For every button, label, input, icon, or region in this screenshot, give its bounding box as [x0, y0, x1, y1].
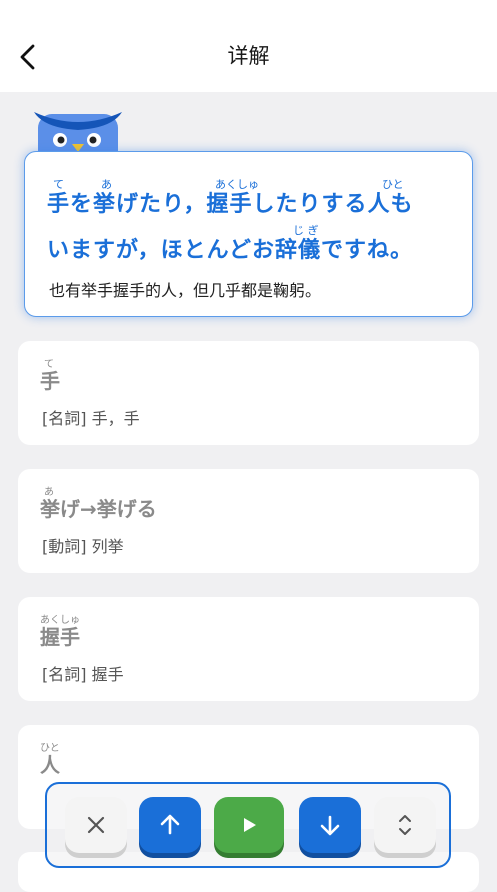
- playback-controls: [45, 782, 451, 868]
- close-button[interactable]: [65, 797, 127, 853]
- play-icon: [244, 818, 256, 832]
- page-title: 详解: [227, 44, 270, 68]
- previous-button[interactable]: [139, 797, 201, 853]
- word-text: 人: [40, 753, 60, 777]
- arrow-up-icon: [160, 814, 180, 835]
- word-card[interactable]: て 手 [名詞] 手，手: [18, 341, 479, 445]
- word-card[interactable]: あ 挙げ→挙げる [動詞] 列挙: [18, 469, 479, 573]
- word-text: 挙げ→挙げる: [40, 497, 157, 521]
- sentence-jp-line1: 手を挙げたり，握手したりする人も: [47, 192, 414, 217]
- expand-icon: [399, 815, 411, 835]
- word-definition: [名詞] 手，手: [42, 409, 140, 428]
- arrow-down-icon: [320, 815, 340, 836]
- sentence-card: て あ あくしゅ ひと 手を挙げたり，握手したりする人も じ ぎ いますが，ほと…: [24, 151, 473, 317]
- word-card[interactable]: あくしゅ 握手 [名詞] 握手: [18, 597, 479, 701]
- play-button[interactable]: [214, 797, 284, 853]
- expand-button[interactable]: [374, 797, 436, 853]
- word-text: 握手: [40, 625, 80, 649]
- word-text: 手: [40, 369, 60, 393]
- word-definition: [名詞] 握手: [42, 665, 124, 684]
- close-icon: [87, 816, 105, 834]
- next-button[interactable]: [299, 797, 361, 853]
- sentence-translation: 也有举手握手的人，但几乎都是鞠躬。: [49, 281, 322, 300]
- word-definition: [動詞] 列挙: [42, 537, 124, 556]
- header-bar: 详解: [0, 0, 497, 92]
- sentence-jp-line2: いますが，ほとんどお辞儀ですね。: [47, 238, 414, 263]
